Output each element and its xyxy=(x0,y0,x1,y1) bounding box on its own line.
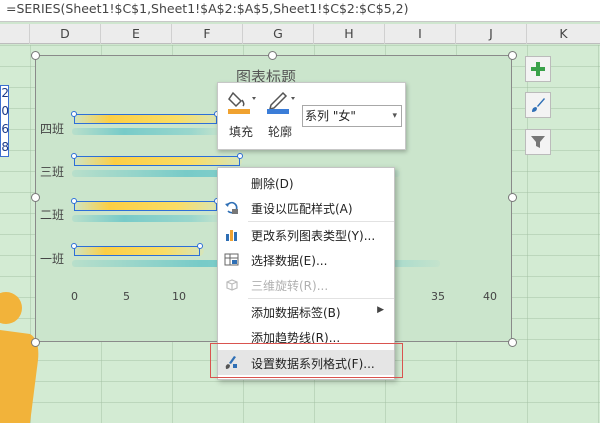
chart-resize-handle[interactable] xyxy=(508,338,517,347)
cell-value: 2 xyxy=(1,86,9,100)
selection-handle[interactable] xyxy=(71,111,77,117)
cell-value: 8 xyxy=(1,140,9,154)
menu-item-add-data-labels[interactable]: 添加数据标签(B) ▶ xyxy=(218,299,394,324)
category-label: 二班 xyxy=(40,208,65,222)
menu-item-select-data[interactable]: 选择数据(E)... xyxy=(218,247,394,272)
series-select[interactable]: 系列 "女" ▾ xyxy=(302,105,402,127)
axis-tick-label: 35 xyxy=(431,290,445,303)
axis-tick-label: 40 xyxy=(483,290,497,303)
formula-bar[interactable]: =SERIES(Sheet1!$C$1,Sheet1!$A$2:$A$5,She… xyxy=(0,0,600,22)
outline-label: 轮廓 xyxy=(268,125,293,139)
dropdown-arrow-icon: ▾ xyxy=(392,111,397,121)
column-d[interactable]: D xyxy=(30,24,101,44)
fill-label: 填充 xyxy=(229,125,254,139)
series-selection-box xyxy=(74,114,217,124)
menu-item-change-chart-type[interactable]: 更改系列图表类型(Y)... xyxy=(218,222,394,247)
outline-button[interactable] xyxy=(266,89,296,115)
chart-resize-handle[interactable] xyxy=(508,193,517,202)
chart-resize-handle[interactable] xyxy=(31,193,40,202)
menu-item-label: 三维旋转(R)... xyxy=(251,279,329,293)
category-label: 一班 xyxy=(40,252,65,266)
fill-button[interactable] xyxy=(227,89,257,115)
series-select-value: 系列 "女" xyxy=(305,109,356,123)
chart-resize-handle[interactable] xyxy=(268,51,277,60)
column-e[interactable]: E xyxy=(101,24,172,44)
column-g[interactable]: G xyxy=(243,24,314,44)
annotation-highlight-frame xyxy=(210,343,403,378)
table-icon xyxy=(224,253,239,266)
column-header: D E F G H I J K xyxy=(0,24,600,44)
format-mini-toolbar: 填充 轮廓 系列 "女" ▾ xyxy=(217,82,406,150)
series-selection-box xyxy=(74,156,240,166)
menu-item-reset-style[interactable]: 重设以匹配样式(A) xyxy=(218,195,394,220)
chart-resize-handle[interactable] xyxy=(31,338,40,347)
axis-tick-label: 0 xyxy=(71,290,78,303)
selection-handle[interactable] xyxy=(197,243,203,249)
bar-chart-icon xyxy=(226,230,237,241)
selection-handle[interactable] xyxy=(71,153,77,159)
menu-item-label: 选择数据(E)... xyxy=(251,254,328,268)
column-k[interactable]: K xyxy=(527,24,600,44)
menu-item-delete[interactable]: 删除(D) xyxy=(218,170,394,195)
category-label: 三班 xyxy=(40,165,65,179)
menu-item-label: 重设以匹配样式(A) xyxy=(251,202,353,216)
plus-icon xyxy=(531,62,545,76)
chart-resize-handle[interactable] xyxy=(31,51,40,60)
cell-value: 0 xyxy=(1,104,9,118)
pen-outline-icon xyxy=(267,91,295,114)
series-selection-box xyxy=(74,246,200,256)
column-i[interactable]: I xyxy=(385,24,456,44)
menu-item-label: 删除(D) xyxy=(251,177,294,191)
series-selection-box xyxy=(74,201,217,211)
brush-icon xyxy=(532,98,545,112)
column-j[interactable]: J xyxy=(456,24,527,44)
filter-icon xyxy=(531,136,545,148)
cube-icon xyxy=(226,279,238,291)
chart-elements-button[interactable] xyxy=(525,56,551,82)
column-f[interactable]: F xyxy=(172,24,243,44)
chart-styles-button[interactable] xyxy=(525,92,551,118)
category-label: 四班 xyxy=(40,122,65,136)
chart-filters-button[interactable] xyxy=(525,129,551,155)
chart-resize-handle[interactable] xyxy=(508,51,517,60)
menu-item-label: 添加数据标签(B) xyxy=(251,306,341,320)
reset-icon xyxy=(225,201,238,214)
selection-handle[interactable] xyxy=(237,153,243,159)
bar-male[interactable] xyxy=(72,215,220,222)
axis-tick-label: 10 xyxy=(172,290,186,303)
axis-tick-label: 5 xyxy=(123,290,130,303)
cell-value: 6 xyxy=(1,122,9,136)
submenu-arrow-icon: ▶ xyxy=(377,305,384,315)
menu-item-3d-rotation[interactable]: 三维旋转(R)... xyxy=(218,272,394,297)
selection-handle[interactable] xyxy=(71,198,77,204)
menu-item-label: 更改系列图表类型(Y)... xyxy=(251,229,376,243)
column-header-c xyxy=(0,24,30,44)
bar-male[interactable] xyxy=(72,128,220,135)
paint-bucket-icon xyxy=(228,91,256,114)
selection-handle[interactable] xyxy=(71,243,77,249)
column-h[interactable]: H xyxy=(314,24,385,44)
